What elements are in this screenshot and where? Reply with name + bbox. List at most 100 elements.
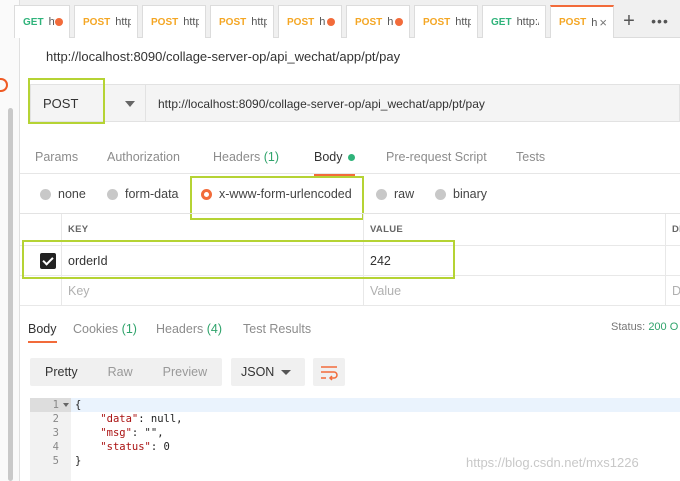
request-tab-7[interactable]: POST http [414,5,478,38]
body-mode-raw[interactable]: raw [376,187,414,201]
tab-body-label: Body [314,150,343,164]
request-tab-strip: GET ht POST http POST http POST http POS… [14,0,680,38]
radio-icon [107,188,118,200]
line-number: 3 [52,427,59,439]
resp-tab-headers-label: Headers [156,322,204,336]
view-pretty-button[interactable]: Pretty [30,358,93,386]
description-cell[interactable] [665,246,680,275]
json-key: "data" [100,413,139,425]
request-tab-8[interactable]: GET http:/ [482,5,546,38]
response-tabs: Body Cookies (1) Headers (4) Test Result… [20,318,680,344]
chevron-down-icon [125,101,135,107]
tab-url: http [115,16,131,28]
request-tab-1[interactable]: GET ht [14,5,70,38]
key-placeholder-cell[interactable]: Key [61,276,363,305]
url-input[interactable]: http://localhost:8090/collage-server-op/… [146,84,680,122]
wrap-lines-button[interactable] [313,358,345,386]
unsaved-dot-icon [327,18,335,26]
resp-tab-cookies-count: (1) [121,322,137,336]
unsaved-dot-icon [395,18,403,26]
json-key: "msg" [100,427,132,439]
status-label: Status: [611,321,646,333]
status-value: 200 O [648,321,679,333]
request-tab-4[interactable]: POST http [210,5,274,38]
more-tabs-icon[interactable]: ••• [645,8,675,34]
body-mode-form-data[interactable]: form-data [107,187,179,201]
json-rest: : 0 [150,441,170,453]
code-line: { [71,398,680,412]
view-mode-bar: Pretty Raw Preview [30,358,223,386]
code-line: } [75,455,82,467]
chevron-down-icon [281,370,291,375]
sidebar-scrollbar[interactable] [8,108,13,481]
request-tab-2[interactable]: POST http [74,5,138,38]
resp-tab-test-results[interactable]: Test Results [243,322,311,336]
tab-headers-label: Headers [213,150,261,164]
body-mode-none[interactable]: none [40,187,86,201]
tab-method: GET [23,16,44,28]
code-line: "msg": "", [75,426,164,440]
tab-url: h [387,16,394,28]
tab-headers[interactable]: Headers (1) [213,150,279,164]
resp-tab-headers-count: (4) [206,322,223,336]
format-select[interactable]: JSON [231,358,305,386]
code-line: "status": 0 [75,440,170,454]
json-rest: : "", [131,427,164,439]
tab-authorization[interactable]: Authorization [107,150,180,164]
sidebar-rail [0,0,20,481]
json-rest: : null, [138,413,183,425]
table-row-empty: Key Value D [20,276,680,306]
param-row-highlight-box [22,240,455,279]
tab-url: http:/ [516,16,539,28]
radio-icon [40,188,51,200]
sidebar-indicator [0,78,8,92]
description-column-header: DE [665,214,680,245]
format-value: JSON [241,365,275,379]
mode-label: form-data [125,187,179,201]
tab-pre-request-script[interactable]: Pre-request Script [386,150,487,164]
new-tab-plus-icon[interactable]: + [617,8,641,34]
resp-tab-cookies-label: Cookies [73,322,119,336]
resp-tab-headers[interactable]: Headers (4) [156,322,222,336]
request-tab-3[interactable]: POST http [142,5,206,38]
request-tab-6[interactable]: POST h [346,5,410,38]
line-number: 5 [52,455,59,467]
radio-icon [376,188,387,200]
tab-headers-count: (1) [263,150,280,164]
request-tab-5[interactable]: POST h [278,5,342,38]
tab-url: http [251,16,267,28]
tab-body[interactable]: Body [314,150,355,176]
fold-arrow-icon[interactable] [63,403,69,407]
view-preview-button[interactable]: Preview [148,358,222,386]
tab-method: POST [423,16,451,28]
resp-tab-cookies[interactable]: Cookies (1) [73,322,137,336]
unsaved-dot-icon [55,18,63,26]
line-gutter: 1 2 3 4 5 [30,398,71,481]
tab-tests[interactable]: Tests [516,150,545,164]
close-icon[interactable]: × [599,15,607,30]
body-active-dot-icon [347,154,355,162]
body-mode-binary[interactable]: binary [435,187,487,201]
tab-method: POST [355,16,383,28]
line-number: 2 [52,413,59,425]
tab-method: POST [219,16,247,28]
tab-url: h [319,16,326,28]
mode-label: none [58,187,86,201]
resp-tab-body[interactable]: Body [28,322,57,343]
code-line: "data": null, [75,412,183,426]
mode-label: raw [394,187,415,201]
value-placeholder-cell[interactable]: Value [363,276,665,305]
tab-params[interactable]: Params [35,150,78,164]
wrap-lines-icon [321,366,338,381]
request-section-tabs: Params Authorization Headers (1) Body Pr… [20,140,680,176]
request-tab-active[interactable]: POST h × [550,5,614,38]
radio-icon [435,188,446,200]
tab-method: POST [287,16,315,28]
json-key: "status" [100,441,151,453]
description-placeholder-cell[interactable]: D [665,276,680,305]
tab-url: h [591,16,598,29]
watermark-text: https://blog.csdn.net/mxs1226 [466,455,639,470]
tab-method: GET [491,16,512,28]
tab-url: http [183,16,199,28]
view-raw-button[interactable]: Raw [93,358,148,386]
